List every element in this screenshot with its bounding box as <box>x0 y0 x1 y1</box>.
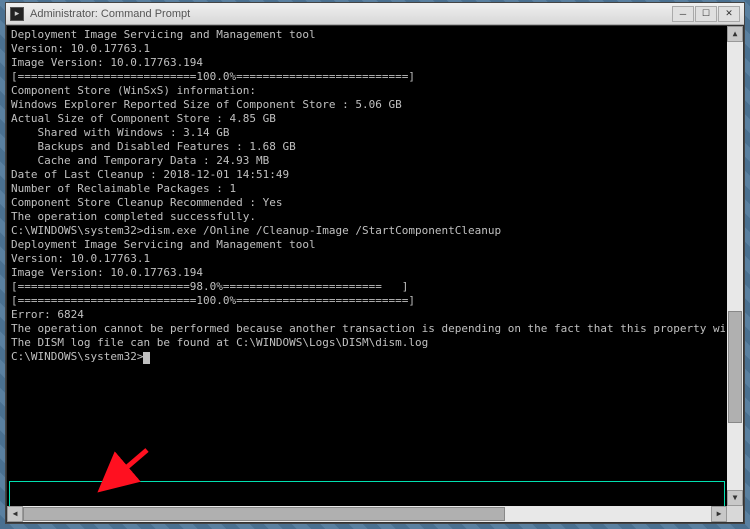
output-line: Component Store Cleanup Recommended : Ye… <box>11 196 725 210</box>
horizontal-scrollbar[interactable]: ◀ ▶ <box>7 506 727 522</box>
console-area[interactable]: Deployment Image Servicing and Managemen… <box>6 25 744 523</box>
scroll-left-button[interactable]: ◀ <box>7 506 23 522</box>
output-line: Shared with Windows : 3.14 GB <box>11 126 725 140</box>
error-line: Error: 6824 <box>11 308 725 322</box>
scroll-right-button[interactable]: ▶ <box>711 506 727 522</box>
command-prompt-window: ▸ Administrator: Command Prompt ─ ☐ ✕ De… <box>5 2 745 524</box>
maximize-button[interactable]: ☐ <box>695 6 717 22</box>
scroll-thumb[interactable] <box>728 311 742 423</box>
titlebar[interactable]: ▸ Administrator: Command Prompt ─ ☐ ✕ <box>6 3 744 25</box>
prompt-line: C:\WINDOWS\system32>dism.exe /Online /Cl… <box>11 224 725 238</box>
output-line: Image Version: 10.0.17763.194 <box>11 56 725 70</box>
scroll-down-button[interactable]: ▼ <box>727 490 743 506</box>
output-line: Cache and Temporary Data : 24.93 MB <box>11 154 725 168</box>
progress-line: [===========================100.0%======… <box>11 294 725 308</box>
console-output: Deployment Image Servicing and Managemen… <box>11 28 725 504</box>
vertical-scrollbar[interactable]: ▲ ▼ <box>727 26 743 506</box>
output-line: Version: 10.0.17763.1 <box>11 252 725 266</box>
scroll-track[interactable] <box>727 42 743 490</box>
output-line: Date of Last Cleanup : 2018-12-01 14:51:… <box>11 168 725 182</box>
window-controls: ─ ☐ ✕ <box>671 6 740 22</box>
scroll-track[interactable] <box>23 506 711 522</box>
prompt-line: C:\WINDOWS\system32> <box>11 350 725 364</box>
progress-line: [===========================100.0%======… <box>11 70 725 84</box>
output-line: Component Store (WinSxS) information: <box>11 84 725 98</box>
output-line: Number of Reclaimable Packages : 1 <box>11 182 725 196</box>
output-line: Deployment Image Servicing and Managemen… <box>11 28 725 42</box>
scrollbar-corner <box>727 506 743 522</box>
minimize-button[interactable]: ─ <box>672 6 694 22</box>
output-line: The operation completed successfully. <box>11 210 725 224</box>
output-line: Version: 10.0.17763.1 <box>11 42 725 56</box>
progress-line: [==========================98.0%========… <box>11 280 725 294</box>
close-button[interactable]: ✕ <box>718 6 740 22</box>
cursor-icon <box>143 352 150 364</box>
output-line: Windows Explorer Reported Size of Compon… <box>11 98 725 112</box>
output-line: Backups and Disabled Features : 1.68 GB <box>11 140 725 154</box>
app-icon: ▸ <box>10 7 24 21</box>
error-message-line: The operation cannot be performed becaus… <box>11 322 725 336</box>
window-title: Administrator: Command Prompt <box>30 8 190 20</box>
output-line: The DISM log file can be found at C:\WIN… <box>11 336 725 350</box>
scroll-up-button[interactable]: ▲ <box>727 26 743 42</box>
output-line: Image Version: 10.0.17763.194 <box>11 266 725 280</box>
output-line: Deployment Image Servicing and Managemen… <box>11 238 725 252</box>
scroll-thumb[interactable] <box>23 507 505 521</box>
output-line: Actual Size of Component Store : 4.85 GB <box>11 112 725 126</box>
